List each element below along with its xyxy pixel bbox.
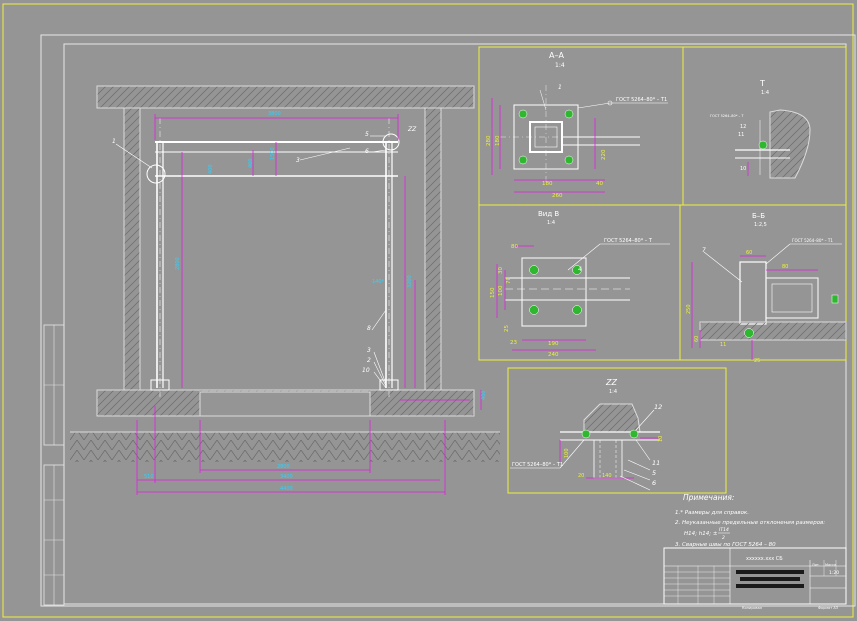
vidb-dim-30: 30 bbox=[498, 267, 504, 274]
bb-dim-80: 80 bbox=[782, 264, 788, 270]
vidb-dim-150: 150 bbox=[490, 287, 496, 298]
aa-dim-220: 220 bbox=[601, 149, 607, 160]
section-aa-scale: 1:4 bbox=[555, 62, 565, 69]
zz-callout-5: 5 bbox=[652, 469, 656, 477]
cad-drawing-canvas: 3800 1500 460 400 2800 3200 140* 2800 34… bbox=[2, 3, 856, 618]
section-t-title: Т bbox=[759, 79, 765, 88]
title-copied: Копировал bbox=[742, 606, 762, 610]
dim-pit-outer: 4400 bbox=[280, 486, 293, 492]
note-1: 1.* Размеры для справок. bbox=[675, 510, 749, 516]
vidb-dim-70: 70 bbox=[506, 277, 512, 284]
main-elevation-view: 3800 1500 460 400 2800 3200 140* 2800 34… bbox=[70, 85, 500, 495]
bb-weld-note: ГОСТ 5264–80* – Т1 bbox=[792, 238, 833, 243]
callout-2: 2 bbox=[367, 357, 371, 364]
zz-dim-20: 20 bbox=[578, 473, 584, 479]
dim-col-offset: 400 bbox=[208, 164, 214, 174]
section-zz-title: ZZ bbox=[605, 378, 617, 387]
dim-pit-inner: 2800 bbox=[277, 464, 290, 470]
section-t-scale: 1:4 bbox=[761, 90, 769, 96]
dim-top-span: 3800 bbox=[268, 111, 281, 117]
section-bb-title: Б–Б bbox=[752, 212, 765, 220]
notes-title: Примечания: bbox=[683, 493, 734, 502]
aa-dim-180b: 180 bbox=[495, 135, 501, 146]
aa-callout-1: 1 bbox=[558, 84, 562, 91]
callout-5: 5 bbox=[365, 131, 369, 138]
title-mass: Масса bbox=[825, 563, 836, 567]
callout-3b: 3 bbox=[367, 347, 371, 354]
t-callout-10: 10 bbox=[740, 166, 746, 172]
section-vidb-scale: 1:4 bbox=[547, 220, 555, 226]
bb-dim-250: 250 bbox=[686, 304, 692, 314]
section-t-view: Т 1:4 ГОСТ 5264–80* – Т 12 11 10 bbox=[682, 46, 847, 206]
callout-1: 1 bbox=[112, 138, 116, 145]
zz-dim-100: 100 bbox=[564, 448, 570, 458]
vidb-dim-23: 23 bbox=[510, 340, 517, 346]
aa-dim-180a: 180 bbox=[542, 181, 553, 187]
section-zz-view: ZZ 1:4 140 100 20 10 ГОСТ 5264–80* – Т1 bbox=[507, 367, 727, 494]
vidb-dim-100: 100 bbox=[498, 285, 504, 296]
aa-dim-280: 280 bbox=[486, 135, 492, 146]
callout-6: 6 bbox=[365, 148, 369, 155]
bb-dim-60: 60 bbox=[746, 250, 752, 256]
title-code: xxxxxx.xxx СБ bbox=[746, 556, 783, 562]
zz-dim-140: 140 bbox=[602, 473, 612, 479]
section-aa-view: А–А 1:4 180 260 40 280 180 220 ГОСТ 5264… bbox=[478, 46, 684, 206]
aa-dim-260: 260 bbox=[552, 193, 563, 199]
note-2c: IT14 bbox=[719, 527, 729, 533]
aa-weld-note: ГОСТ 5264–80* – Т1 bbox=[616, 97, 667, 103]
note-2b: H14; h14; ± bbox=[684, 531, 718, 537]
section-zz-scale: 1:4 bbox=[609, 389, 617, 395]
section-vidb-title: Вид В bbox=[538, 210, 559, 218]
zz-callout-6: 6 bbox=[652, 479, 656, 487]
zz-callout-11: 11 bbox=[652, 459, 660, 467]
callout-10: 10 bbox=[362, 367, 370, 374]
dim-post-h: 2800 bbox=[175, 257, 181, 270]
dim-left-off: 510 bbox=[144, 474, 154, 480]
title-block: xxxxxx.xxx СБ Лит. Масса 1:20 Копировал … bbox=[663, 547, 847, 610]
t-callout-11: 11 bbox=[738, 132, 744, 138]
note-2: 2. Неуказанные предельные отклонения раз… bbox=[675, 520, 825, 526]
aa-dim-40: 40 bbox=[596, 181, 603, 187]
callout-zz-main: ZZ bbox=[407, 126, 417, 133]
callout-8: 8 bbox=[367, 325, 371, 332]
bb-dim-25: 25 bbox=[754, 358, 760, 364]
bb-callout-7: 7 bbox=[702, 247, 706, 254]
t-callout-12: 12 bbox=[740, 124, 746, 130]
section-bb-view: Б–Б 1:2,5 60 80 250 60 25 11 7 ГОСТ 5264… bbox=[679, 204, 847, 364]
section-vidb-view: Вид В 1:4 80 190 240 23 25 150 100 30 70 bbox=[478, 204, 681, 361]
vidb-dim-190: 190 bbox=[548, 341, 559, 347]
title-scale: 1:20 bbox=[829, 570, 839, 576]
note-2d: 2 bbox=[722, 535, 725, 541]
zz-weld-note: ГОСТ 5264–80* – Т1 bbox=[512, 462, 563, 468]
section-aa-title: А–А bbox=[549, 51, 564, 60]
vidb-dim-25: 25 bbox=[504, 325, 510, 332]
dim-floor-h: 400 bbox=[481, 390, 487, 400]
title-lit: Лит. bbox=[812, 563, 820, 567]
dim-pit-mid: 3400 bbox=[280, 474, 293, 480]
vidb-dim-240: 240 bbox=[548, 352, 559, 358]
callout-3: 3 bbox=[296, 157, 300, 164]
vidb-weld-note: ГОСТ 5264–80* – Т bbox=[604, 238, 653, 244]
t-weld-note: ГОСТ 5264–80* – Т bbox=[710, 114, 744, 118]
zz-dim-10: 10 bbox=[658, 436, 664, 442]
dim-post-h-right: 3200 bbox=[407, 275, 413, 288]
dim-beam-h: 1500 bbox=[270, 147, 276, 160]
bb-dim-11: 11 bbox=[720, 342, 726, 348]
vidb-dim-80: 80 bbox=[511, 244, 518, 250]
dim-right-small: 140* bbox=[372, 279, 385, 285]
title-format: Формат А3 bbox=[818, 606, 838, 610]
notes-block: Примечания: 1.* Размеры для справок. 2. … bbox=[675, 493, 825, 548]
section-bb-scale: 1:2,5 bbox=[754, 222, 767, 228]
vidb-callout-4: 4 bbox=[578, 266, 582, 273]
dim-h1: 460 bbox=[248, 158, 254, 168]
note-3: 3. Сварные швы по ГОСТ 5264 – 80 bbox=[675, 542, 776, 548]
zz-callout-12: 12 bbox=[654, 403, 662, 411]
bb-dim-60b: 60 bbox=[694, 336, 700, 342]
